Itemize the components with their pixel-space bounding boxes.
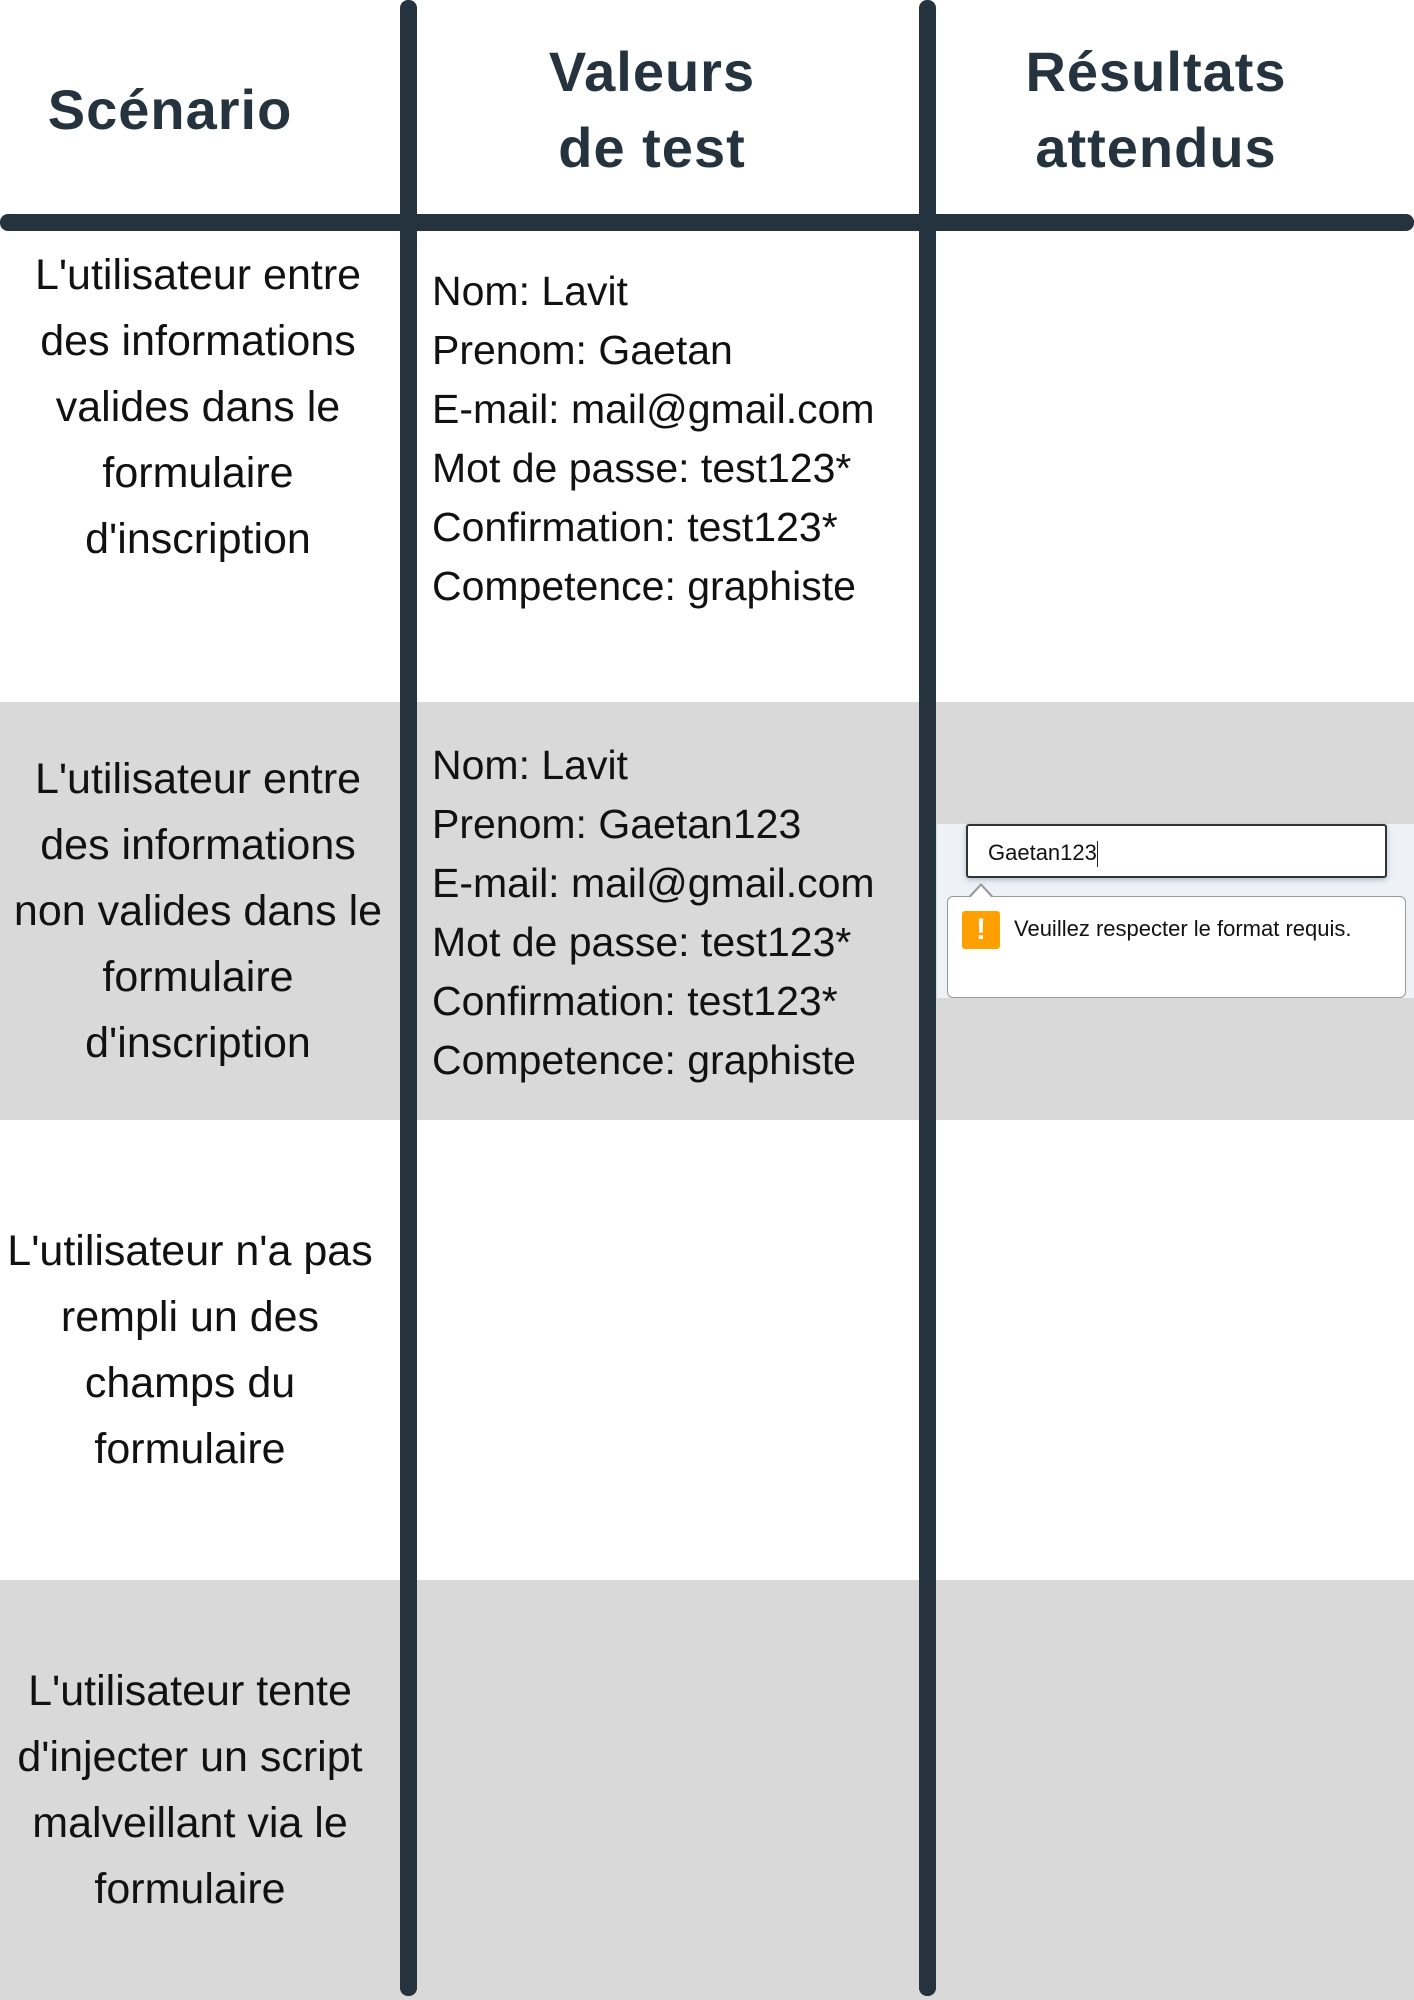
column-divider-2 xyxy=(919,0,936,1996)
test-value: Mot de passe: test123* xyxy=(432,919,852,965)
test-values: Nom: Lavit Prenom: Gaetan E-mail: mail@g… xyxy=(432,262,875,616)
test-value: Prenom: Gaetan123 xyxy=(432,801,802,847)
header-results-line1: Résultats xyxy=(1025,40,1287,103)
scenario-cell: L'utilisateur n'a pas rempli un des cham… xyxy=(7,1227,373,1473)
warning-icon: ! xyxy=(962,911,1000,949)
test-value: E-mail: mail@gmail.com xyxy=(432,860,875,906)
validation-tooltip: ! Veuillez respecter le format requis. xyxy=(947,883,1406,998)
test-value: Prenom: Gaetan xyxy=(432,327,733,373)
test-value: Nom: Lavit xyxy=(432,268,628,314)
header-values-line1: Valeurs xyxy=(548,40,756,103)
text-caret xyxy=(1096,841,1098,868)
test-value: E-mail: mail@gmail.com xyxy=(432,386,875,432)
prenom-input[interactable]: Gaetan123 xyxy=(966,824,1387,878)
header-values-line2: de test xyxy=(558,116,746,179)
header-results: Résultats attendus xyxy=(936,34,1376,186)
test-value: Mot de passe: test123* xyxy=(432,445,852,491)
validation-message: Veuillez respecter le format requis. xyxy=(1014,916,1352,941)
test-value: Competence: graphiste xyxy=(432,563,856,609)
prenom-input-value: Gaetan123 xyxy=(988,840,1097,865)
test-value: Nom: Lavit xyxy=(432,742,628,788)
expected-result-screenshot: Gaetan123 ! Veuillez respecter le format… xyxy=(937,824,1414,998)
header-divider xyxy=(0,214,1414,231)
scenario-cell: L'utilisateur tente d'injecter un script… xyxy=(17,1667,363,1913)
test-value: Confirmation: test123* xyxy=(432,978,838,1024)
header-values: Valeurs de test xyxy=(417,34,887,186)
test-value: Confirmation: test123* xyxy=(432,504,838,550)
column-divider-1 xyxy=(400,0,417,1996)
test-values: Nom: Lavit Prenom: Gaetan123 E-mail: mai… xyxy=(432,736,875,1090)
header-scenario: Scénario xyxy=(47,78,293,141)
scenario-cell: L'utilisateur entre des informations val… xyxy=(34,251,362,563)
scenario-cell: L'utilisateur entre des informations non… xyxy=(13,755,383,1067)
header-results-line2: attendus xyxy=(1035,116,1277,179)
test-value: Competence: graphiste xyxy=(432,1037,856,1083)
